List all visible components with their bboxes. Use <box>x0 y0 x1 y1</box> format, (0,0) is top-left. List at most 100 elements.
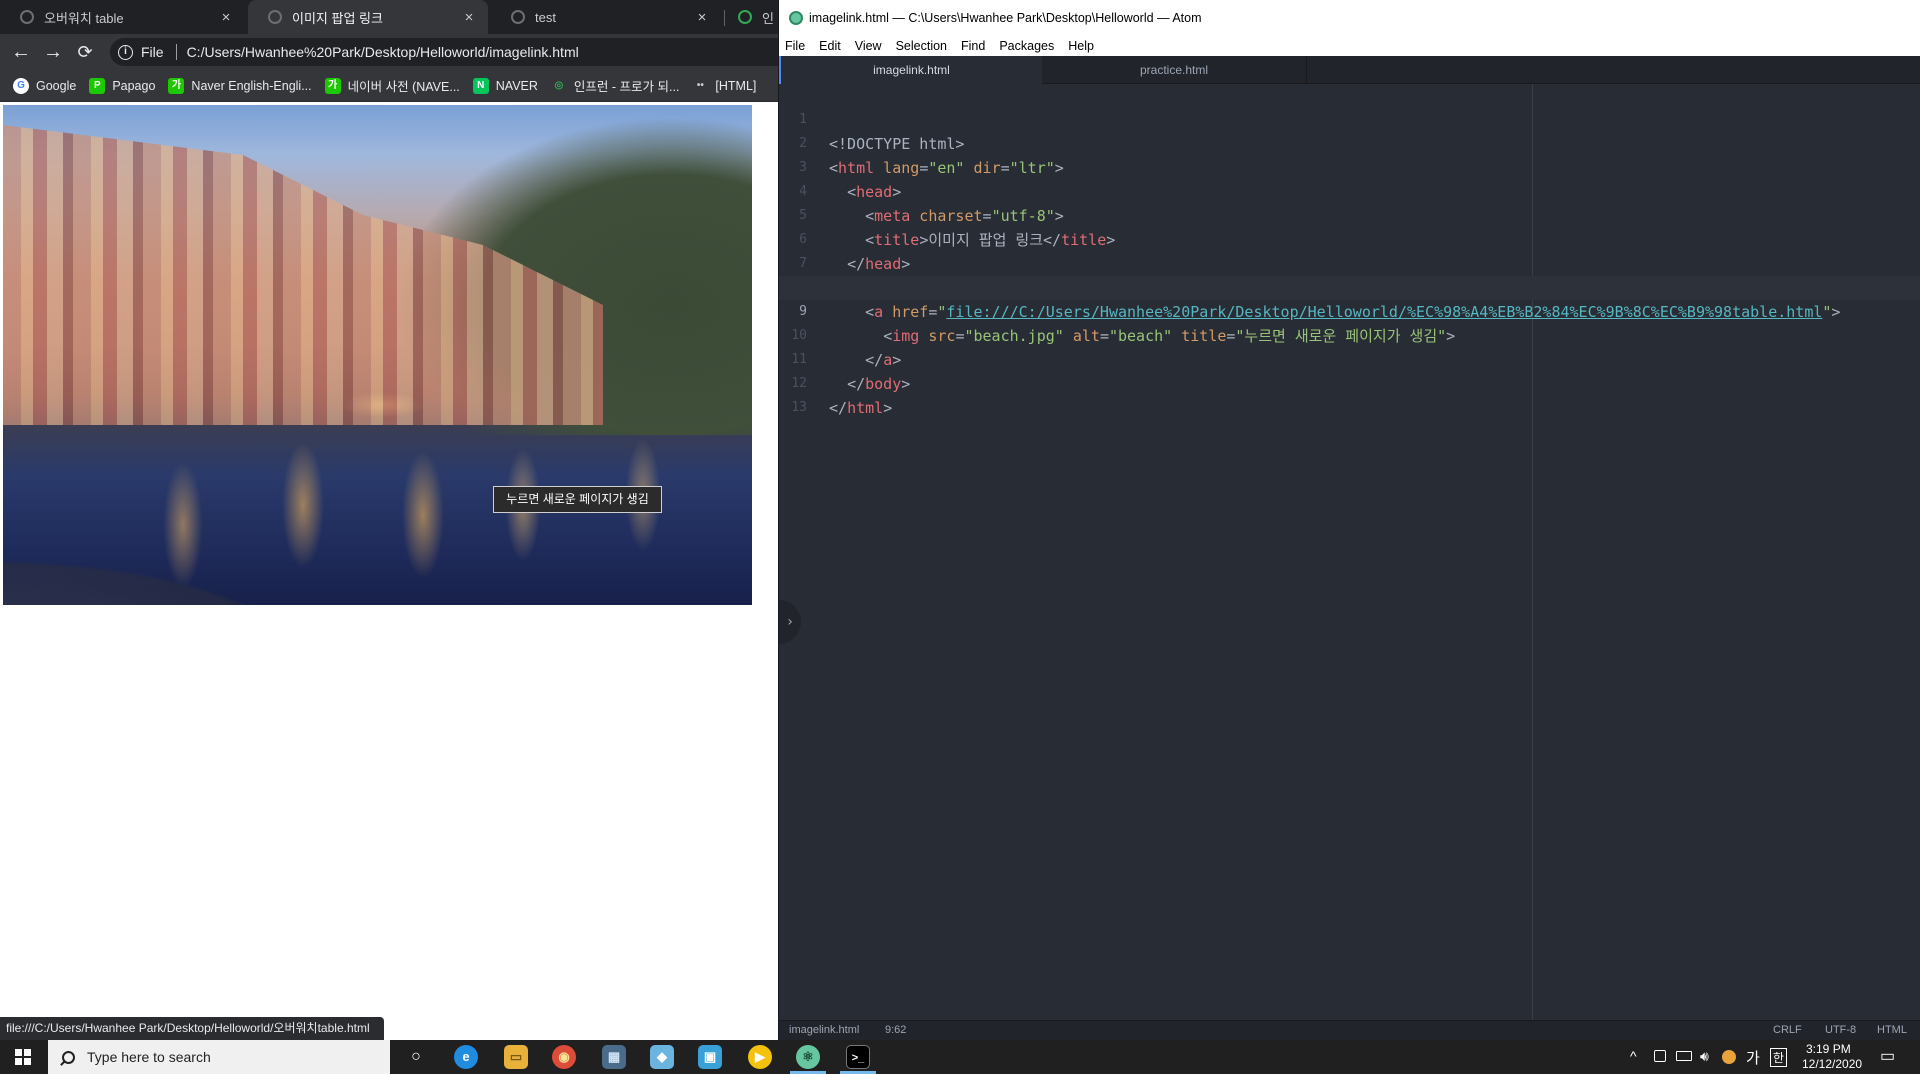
page-content <box>0 103 778 1040</box>
tray-chevron-icon[interactable]: ^ <box>1630 1048 1637 1064</box>
code-line: 8 <a href="file:///C:/Users/Hwanhee%20Pa… <box>779 252 1920 321</box>
terminal-icon[interactable]: >_ <box>846 1045 870 1069</box>
cortana-icon[interactable]: ○ <box>404 1045 428 1069</box>
code-editor[interactable]: 1 <!DOCTYPE html> 2 <html lang="en" dir=… <box>779 84 1920 1020</box>
bookmark-naver-english[interactable]: 가 Naver English-Engli... <box>168 77 312 94</box>
bookmark-inflearn[interactable]: ◎ 인프런 - 프로가 되... <box>551 76 680 95</box>
info-icon[interactable]: i <box>118 44 133 60</box>
naver-dictionary-icon: 가 <box>324 77 341 94</box>
address-bar[interactable]: i File C:/Users/Hwanhee%20Park/Desktop/H… <box>110 38 778 66</box>
chrome-icon[interactable]: ◉ <box>552 1045 576 1069</box>
chrome-tab-strip: 오버워치 table × 이미지 팝업 링크 × test × 인 <box>0 0 778 34</box>
status-line-ending[interactable]: CRLF <box>1773 1024 1802 1036</box>
naver-dictionary-icon: 가 <box>168 77 185 94</box>
tray-device-icon[interactable] <box>1654 1050 1666 1062</box>
chrome-window: 오버워치 table × 이미지 팝업 링크 × test × 인 ← → ⟳ … <box>0 0 778 1040</box>
forward-arrow-icon[interactable]: → <box>40 39 66 65</box>
chrome-toolbar: ← → ⟳ i File C:/Users/Hwanhee%20Park/Des… <box>0 34 778 70</box>
bookmark-html[interactable]: •• [HTML] <box>692 78 757 94</box>
menu-help[interactable]: Help <box>1068 39 1094 53</box>
tab-label: 오버워치 table <box>44 10 124 26</box>
atom-tab-practice[interactable]: practice.html <box>1042 56 1307 84</box>
clock-date[interactable]: 12/12/2020 <box>1802 1057 1862 1071</box>
atom-logo-icon <box>789 11 803 25</box>
reload-icon[interactable]: ⟳ <box>72 39 98 65</box>
clock-time[interactable]: 3:19 PM <box>1806 1042 1851 1056</box>
bookmark-label: Papago <box>112 78 156 93</box>
bookmark-label: Google <box>36 78 77 93</box>
atom-title-bar: imagelink.html — C:\Users\Hwanhee Park\D… <box>779 0 1920 36</box>
search-icon <box>62 1050 75 1064</box>
status-grammar[interactable]: HTML <box>1877 1024 1907 1036</box>
code-line: 12 </html> <box>779 348 1920 417</box>
atom-window-title: imagelink.html — C:\Users\Hwanhee Park\D… <box>809 11 1202 25</box>
status-encoding[interactable]: UTF-8 <box>1825 1024 1856 1036</box>
code-line: 11 </body> <box>779 324 1920 393</box>
search-placeholder: Type here to search <box>87 1049 211 1065</box>
beach-image-link[interactable] <box>3 105 752 605</box>
bookmark-papago[interactable]: P Papago <box>89 77 156 94</box>
atom-icon[interactable]: ⚛ <box>796 1045 820 1069</box>
calculator-icon[interactable]: ▦ <box>602 1045 626 1069</box>
chrome-tab-inflearn[interactable]: 인 <box>722 0 778 34</box>
edge-icon[interactable]: e <box>454 1045 478 1069</box>
chrome-tab-test[interactable]: test × <box>491 0 721 34</box>
globe-icon <box>20 10 34 24</box>
tab-label: test <box>535 9 556 25</box>
status-cursor-position[interactable]: 9:62 <box>885 1024 906 1036</box>
code-line: 6 </head> <box>779 204 1920 273</box>
bookmark-naver[interactable]: N NAVER <box>472 77 538 94</box>
volume-icon[interactable]: 🔊︎ <box>1700 1048 1709 1065</box>
close-icon[interactable]: × <box>215 9 237 26</box>
file-explorer-icon[interactable]: ▭ <box>504 1045 528 1069</box>
notification-icon[interactable]: ▭ <box>1880 1046 1895 1066</box>
atom-menu-bar: File Edit View Selection Find Packages H… <box>779 36 1920 56</box>
start-button[interactable] <box>0 1040 46 1074</box>
code-line: 7 <body> <box>779 228 1920 297</box>
media-player-icon[interactable]: ▶ <box>748 1045 772 1069</box>
google-icon: G <box>13 77 29 94</box>
bookmark-naver-dictionary[interactable]: 가 네이버 사전 (NAVE... <box>324 76 460 95</box>
atom-window: imagelink.html — C:\Users\Hwanhee Park\D… <box>778 0 1920 1040</box>
menu-selection[interactable]: Selection <box>896 39 947 53</box>
bookmark-label: NAVER <box>495 78 538 93</box>
menu-packages[interactable]: Packages <box>999 39 1054 53</box>
atom-tab-bar: imagelink.html practice.html <box>779 56 1920 84</box>
token-tag: html <box>847 399 884 417</box>
menu-view[interactable]: View <box>855 39 882 53</box>
bookmark-folder-icon: •• <box>696 79 704 91</box>
chrome-tab-overwatch-table[interactable]: 오버워치 table × <box>0 0 245 34</box>
back-arrow-icon[interactable]: ← <box>8 39 34 65</box>
menu-find[interactable]: Find <box>961 39 985 53</box>
taskbar-search-box[interactable]: Type here to search <box>48 1040 390 1074</box>
status-file-name[interactable]: imagelink.html <box>789 1024 859 1036</box>
code-line: 5 <title>이미지 팝업 링크</title> <box>779 180 1920 249</box>
papago-icon: P <box>89 77 106 94</box>
app-icon[interactable]: ▣ <box>698 1045 722 1069</box>
tray-app-icon[interactable] <box>1722 1050 1736 1064</box>
menu-edit[interactable]: Edit <box>819 39 841 53</box>
naver-icon: N <box>472 77 489 94</box>
code-line: 10 </a> <box>779 300 1920 369</box>
menu-file[interactable]: File <box>785 39 805 53</box>
inflearn-icon: ◎ <box>554 79 564 91</box>
bookmark-google[interactable]: G Google <box>13 77 77 94</box>
atom-tab-imagelink[interactable]: imagelink.html <box>779 56 1042 84</box>
app-icon[interactable]: ◆ <box>650 1045 674 1069</box>
tab-label: 이미지 팝업 링크 <box>292 10 383 26</box>
globe-icon <box>268 10 282 24</box>
windows-taskbar: Type here to search ○ e ▭ ◉ ▦ ◆ ▣ ▶ ⚛ >_… <box>0 1040 1920 1074</box>
address-url[interactable]: C:/Users/Hwanhee%20Park/Desktop/Hellowor… <box>187 44 579 60</box>
ime-mode-icon[interactable]: 한 <box>1770 1048 1788 1067</box>
chrome-tab-image-popup-link[interactable]: 이미지 팝업 링크 × <box>248 0 488 34</box>
battery-icon[interactable] <box>1676 1051 1692 1061</box>
image-tooltip: 누르면 새로운 페이지가 생김 <box>493 486 662 513</box>
bookmark-label: 네이버 사전 (NAVE... <box>347 80 460 94</box>
close-icon[interactable]: × <box>691 9 713 26</box>
bookmark-label: Naver English-Engli... <box>191 78 312 93</box>
dock-toggle-chevron-icon[interactable]: › <box>779 600 801 644</box>
close-icon[interactable]: × <box>458 9 480 26</box>
ime-language-icon[interactable]: 가 <box>1746 1047 1760 1068</box>
bookmark-label: 인프런 - 프로가 되... <box>573 80 680 94</box>
code-text: </html> <box>829 396 892 420</box>
